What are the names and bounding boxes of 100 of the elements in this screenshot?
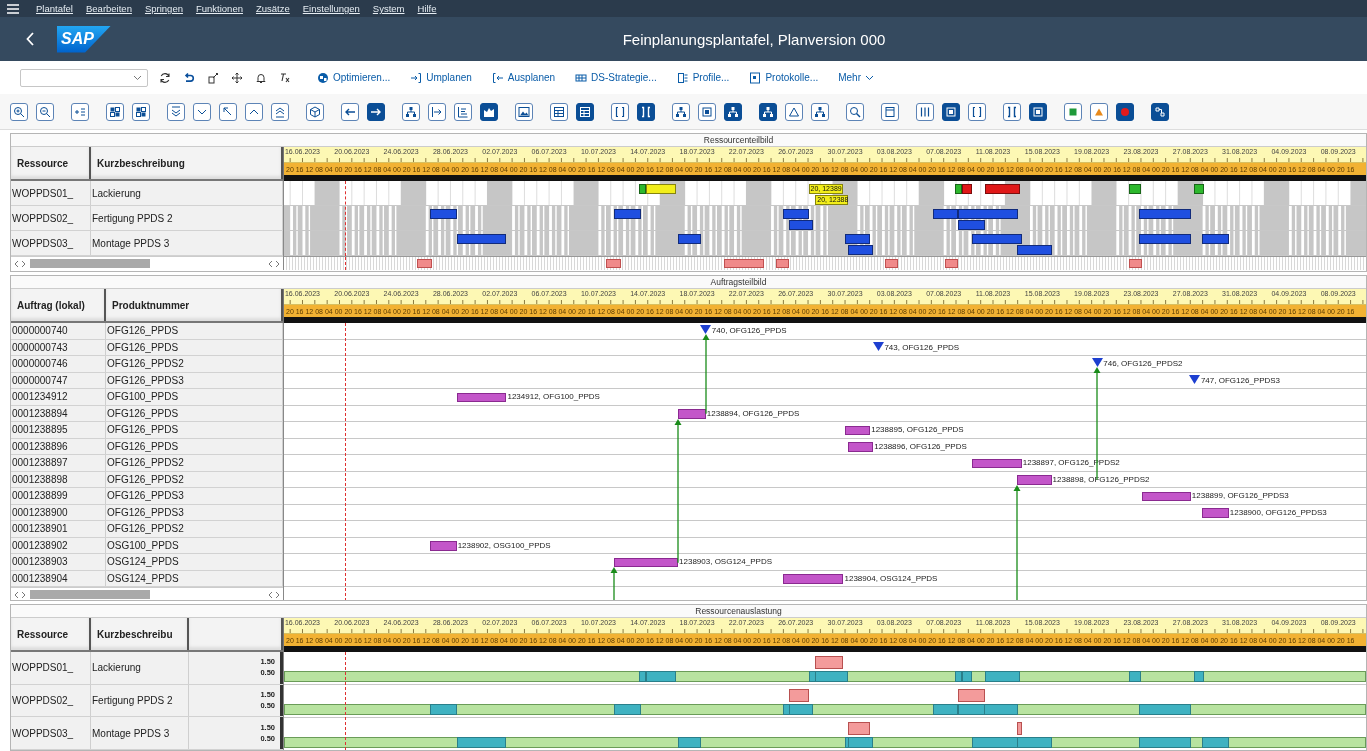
inverse-brackets-button[interactable]	[1003, 102, 1021, 121]
back-icon[interactable]	[26, 32, 35, 46]
double-down-button[interactable]	[167, 102, 185, 121]
brackets-icon	[971, 105, 983, 118]
cube-button[interactable]	[306, 102, 324, 121]
warning-triangle-button[interactable]	[1090, 102, 1108, 121]
table-icon	[553, 105, 565, 118]
columns-button[interactable]	[916, 102, 934, 121]
arrow-out-icon	[491, 71, 504, 84]
order-bar	[678, 409, 706, 419]
scroll-arrows-icon[interactable]	[268, 259, 280, 268]
table-cell: 0000000746	[11, 356, 106, 372]
column-header[interactable]: Ressource	[11, 618, 91, 650]
toolbar-button[interactable]: Ausplanen	[491, 71, 556, 84]
diagonal-arrow-button[interactable]	[219, 102, 237, 121]
bar-label: 746, OFG126_PPDS2	[1103, 358, 1183, 370]
bar-label: 1238902, OSG100_PPDS	[457, 539, 551, 552]
arrow-to-bar-button[interactable]	[428, 102, 446, 121]
toolbar-button[interactable]: Optimieren...	[317, 71, 391, 84]
hierarchy-icon	[405, 105, 417, 118]
bell-icon	[255, 71, 267, 84]
inverse-brackets-button[interactable]	[637, 102, 655, 121]
diagonal-arrow-icon	[222, 105, 234, 118]
load-block	[1138, 704, 1191, 715]
square-button[interactable]	[1029, 102, 1047, 121]
brackets-button[interactable]	[611, 102, 629, 121]
more-button[interactable]: Mehr	[838, 72, 874, 83]
brackets-button[interactable]	[968, 102, 986, 121]
overload-block	[944, 259, 959, 268]
scrollbar-thumb[interactable]	[30, 259, 150, 268]
grid-button[interactable]	[132, 102, 150, 121]
column-header[interactable]: Auftrag (lokal)	[11, 289, 106, 321]
menu-item[interactable]: Plantafel	[36, 3, 73, 14]
square-button[interactable]	[698, 102, 716, 121]
chevron-up-button[interactable]	[245, 102, 263, 121]
list-button[interactable]	[454, 102, 472, 121]
circle-marker-button[interactable]	[1116, 102, 1134, 121]
menu-item[interactable]: Springen	[144, 3, 183, 14]
column-header[interactable]: Ressource	[11, 147, 91, 179]
table-cell: 0001238904	[11, 570, 106, 586]
menu-item[interactable]: Einstellungen	[302, 3, 360, 14]
hierarchy-button[interactable]	[759, 102, 777, 121]
arrow-left-button[interactable]	[341, 102, 359, 121]
grid-icon	[135, 105, 147, 118]
window-button[interactable]	[881, 102, 899, 121]
scroll-arrows-icon[interactable]	[14, 590, 26, 599]
chevron-down-icon	[865, 74, 874, 81]
image-button[interactable]	[515, 102, 533, 121]
logo: SAP	[57, 25, 111, 53]
order-bar	[1142, 491, 1191, 501]
link-icon	[1154, 105, 1166, 118]
chevron-down-button[interactable]	[193, 102, 211, 121]
zoom-in-button[interactable]	[10, 102, 28, 121]
square-button[interactable]	[942, 102, 960, 121]
load-block	[1016, 737, 1052, 748]
load-block	[1129, 671, 1141, 682]
table-icon	[579, 105, 591, 118]
chart-button[interactable]	[480, 102, 498, 121]
overload-block	[417, 259, 432, 268]
hierarchy-button[interactable]	[811, 102, 829, 121]
add-row-button[interactable]	[71, 102, 89, 121]
table-cell: WOPPDS01_	[11, 181, 91, 205]
scroll-arrows-icon[interactable]	[14, 259, 26, 268]
bar-label: 1238898, OFG126_PPDS2	[1052, 473, 1150, 486]
dropdown-field[interactable]	[20, 68, 148, 87]
hierarchy-button[interactable]	[724, 102, 742, 121]
link-button[interactable]	[1151, 102, 1169, 121]
toolbar-button[interactable]: DS-Strategie...	[575, 71, 657, 84]
scroll-arrows-icon[interactable]	[268, 590, 280, 599]
arrow-right-button[interactable]	[367, 102, 385, 121]
toolbar-button[interactable]: Umplanen	[410, 71, 472, 84]
table-button[interactable]	[550, 102, 568, 121]
load-block	[456, 737, 507, 748]
hierarchy-button[interactable]	[672, 102, 690, 121]
profile-icon	[676, 71, 689, 84]
panel-title: Ressourcenteilbild	[11, 134, 1366, 147]
grid-button[interactable]	[106, 102, 124, 121]
cube-icon	[309, 105, 321, 118]
menu-item[interactable]: System	[372, 3, 405, 14]
menu-item[interactable]: Funktionen	[195, 3, 243, 14]
overload-block	[885, 259, 898, 268]
triangle-button[interactable]	[785, 102, 803, 121]
table-button[interactable]	[576, 102, 594, 121]
search-button[interactable]	[846, 102, 864, 121]
menu-item[interactable]: Zusätze	[256, 3, 290, 14]
menu-icon[interactable]	[7, 3, 19, 14]
toolbar-button[interactable]: Profile...	[676, 71, 730, 84]
move-icon	[231, 71, 243, 84]
zoom-out-button[interactable]	[36, 102, 54, 121]
bar-label: 1234912, OFG100_PPDS	[507, 391, 600, 403]
toolbar-button[interactable]: Protokolle...	[749, 71, 819, 84]
menu-item[interactable]: Hilfe	[417, 3, 437, 14]
menu-item[interactable]: Bearbeiten	[86, 3, 132, 14]
hierarchy-button[interactable]	[402, 102, 420, 121]
double-up-button[interactable]	[271, 102, 289, 121]
chevron-down-icon	[133, 74, 142, 81]
overload-block	[775, 259, 789, 268]
column-header[interactable]: Kurzbeschreibu	[91, 618, 189, 650]
square-marker-button[interactable]	[1064, 102, 1082, 121]
scrollbar-thumb[interactable]	[30, 590, 150, 599]
